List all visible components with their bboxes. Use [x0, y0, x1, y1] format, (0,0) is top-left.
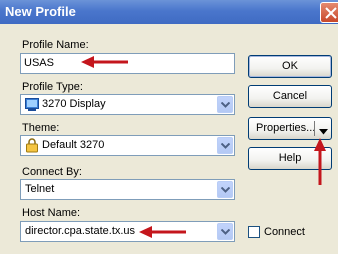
lock-icon — [25, 138, 39, 156]
theme-value: Default 3270 — [42, 139, 105, 151]
triangle-down-icon — [319, 129, 328, 135]
chevron-down-icon — [221, 102, 230, 108]
annotation-arrow-icon — [81, 56, 128, 68]
profile-type-label: Profile Type: — [22, 81, 83, 93]
profile-name-value: USAS — [24, 57, 54, 69]
terminal-icon — [25, 98, 39, 114]
host-name-dropdown-button[interactable] — [217, 223, 233, 240]
window-title: New Profile — [5, 4, 76, 19]
connect-checkbox-label: Connect — [264, 226, 305, 238]
ok-button[interactable]: OK — [248, 55, 332, 78]
connect-by-label: Connect By: — [22, 166, 82, 178]
profile-type-select[interactable]: 3270 Display — [20, 94, 235, 115]
host-name-value: director.cpa.state.tx.us — [25, 225, 136, 237]
title-bar: New Profile — [0, 0, 338, 24]
annotation-arrow-icon — [139, 226, 186, 238]
theme-dropdown-button[interactable] — [217, 137, 233, 154]
new-profile-dialog: New Profile Profile Name: USAS Profile T… — [0, 0, 338, 254]
chevron-down-icon — [221, 143, 230, 149]
connect-by-value: Telnet — [25, 183, 55, 195]
profile-name-label: Profile Name: — [22, 39, 89, 51]
connect-checkbox[interactable] — [248, 226, 260, 238]
chevron-down-icon — [221, 187, 230, 193]
properties-split-button[interactable]: Properties... — [248, 117, 332, 140]
connect-by-select[interactable]: Telnet — [20, 179, 235, 200]
profile-type-dropdown-button[interactable] — [217, 96, 233, 113]
split-divider — [314, 121, 315, 136]
theme-label: Theme: — [22, 122, 60, 134]
host-name-select[interactable]: director.cpa.state.tx.us — [20, 221, 235, 242]
profile-type-value: 3270 Display — [42, 98, 106, 110]
dialog-body: Profile Name: USAS Profile Type: 3270 Di… — [0, 24, 338, 254]
chevron-down-icon — [221, 229, 230, 235]
annotation-arrow-icon — [314, 138, 326, 185]
host-name-label: Host Name: — [22, 207, 81, 219]
close-button[interactable] — [320, 2, 338, 23]
theme-select[interactable]: Default 3270 — [20, 135, 235, 156]
close-icon — [325, 7, 337, 19]
connect-by-dropdown-button[interactable] — [217, 181, 233, 198]
properties-label: Properties... — [256, 122, 316, 134]
properties-menu-arrow[interactable] — [319, 126, 328, 138]
cancel-button[interactable]: Cancel — [248, 85, 332, 108]
